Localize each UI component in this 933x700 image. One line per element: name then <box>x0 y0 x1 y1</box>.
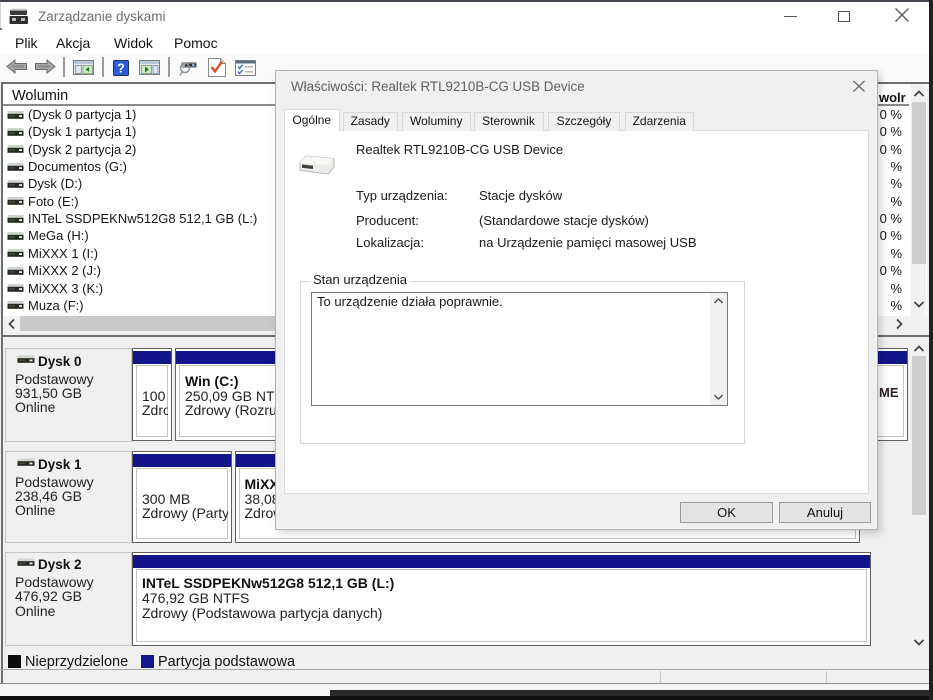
svg-text:?: ? <box>117 62 125 76</box>
